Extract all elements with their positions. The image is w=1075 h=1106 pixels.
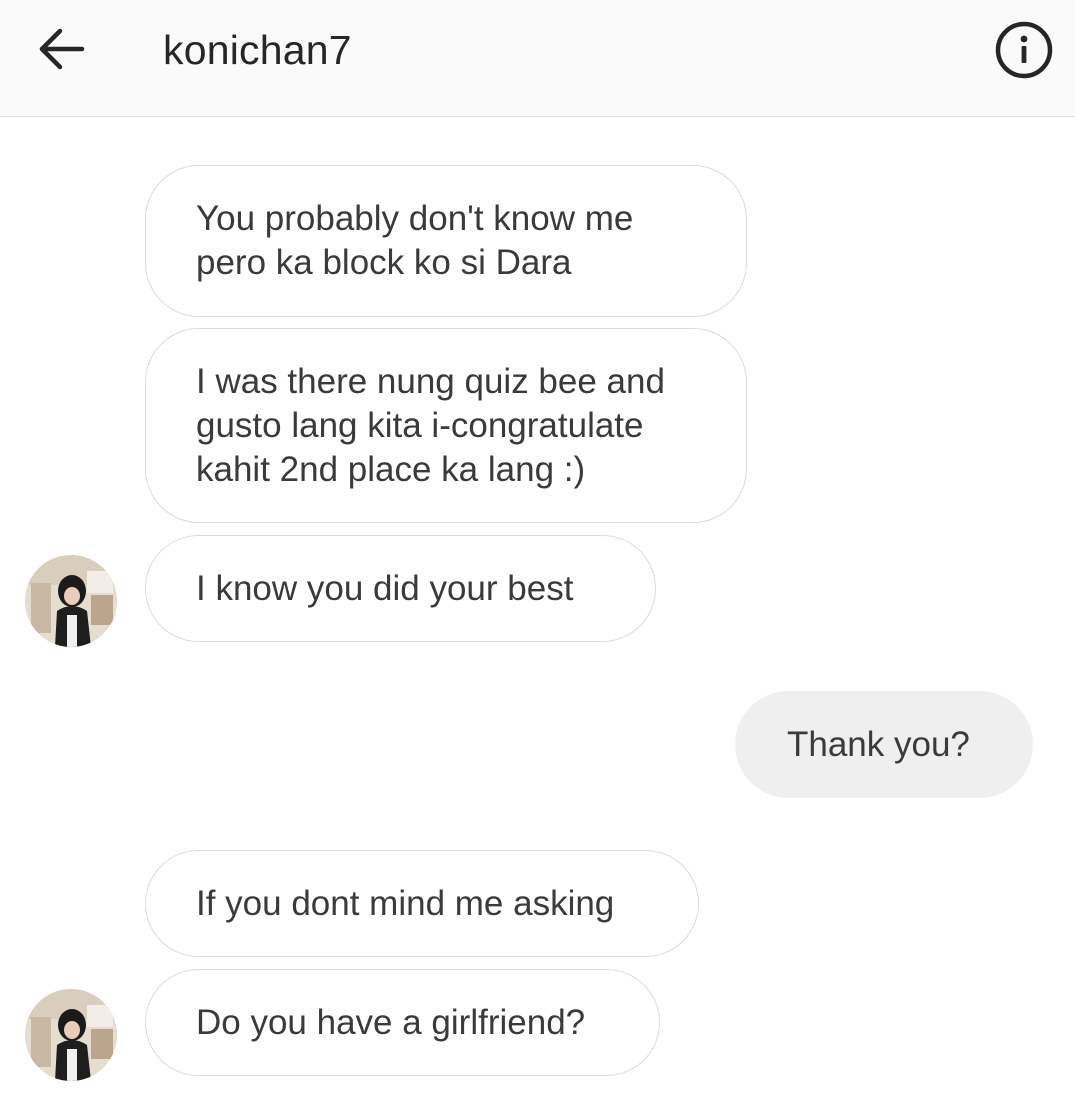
message-bubble[interactable]: Do you have a girlfriend? [145, 969, 660, 1076]
message-text: Thank you? [787, 724, 970, 764]
message-bubble[interactable]: I was there nung quiz bee and gusto lang … [145, 328, 747, 523]
message-text: You probably don't know me pero ka block … [196, 199, 634, 282]
message-bubble-outgoing[interactable]: Thank you? [735, 691, 1033, 798]
conversation-title[interactable]: konichan7 [163, 24, 352, 76]
info-button[interactable] [993, 19, 1055, 81]
message-bubble[interactable]: You probably don't know me pero ka block … [145, 165, 747, 317]
arrow-left-icon [39, 28, 85, 70]
message-bubble[interactable]: If you dont mind me asking [145, 850, 699, 957]
avatar[interactable] [25, 555, 117, 647]
message-text: I know you did your best [196, 568, 574, 608]
chat-header: konichan7 [0, 0, 1075, 117]
message-text: Do you have a girlfriend? [196, 1002, 586, 1042]
message-bubble[interactable]: I know you did your best [145, 535, 656, 642]
message-text: I was there nung quiz bee and gusto lang … [196, 361, 665, 489]
avatar[interactable] [25, 989, 117, 1081]
back-button[interactable] [30, 22, 94, 76]
message-text: If you dont mind me asking [196, 883, 615, 923]
info-circle-icon [995, 21, 1053, 79]
